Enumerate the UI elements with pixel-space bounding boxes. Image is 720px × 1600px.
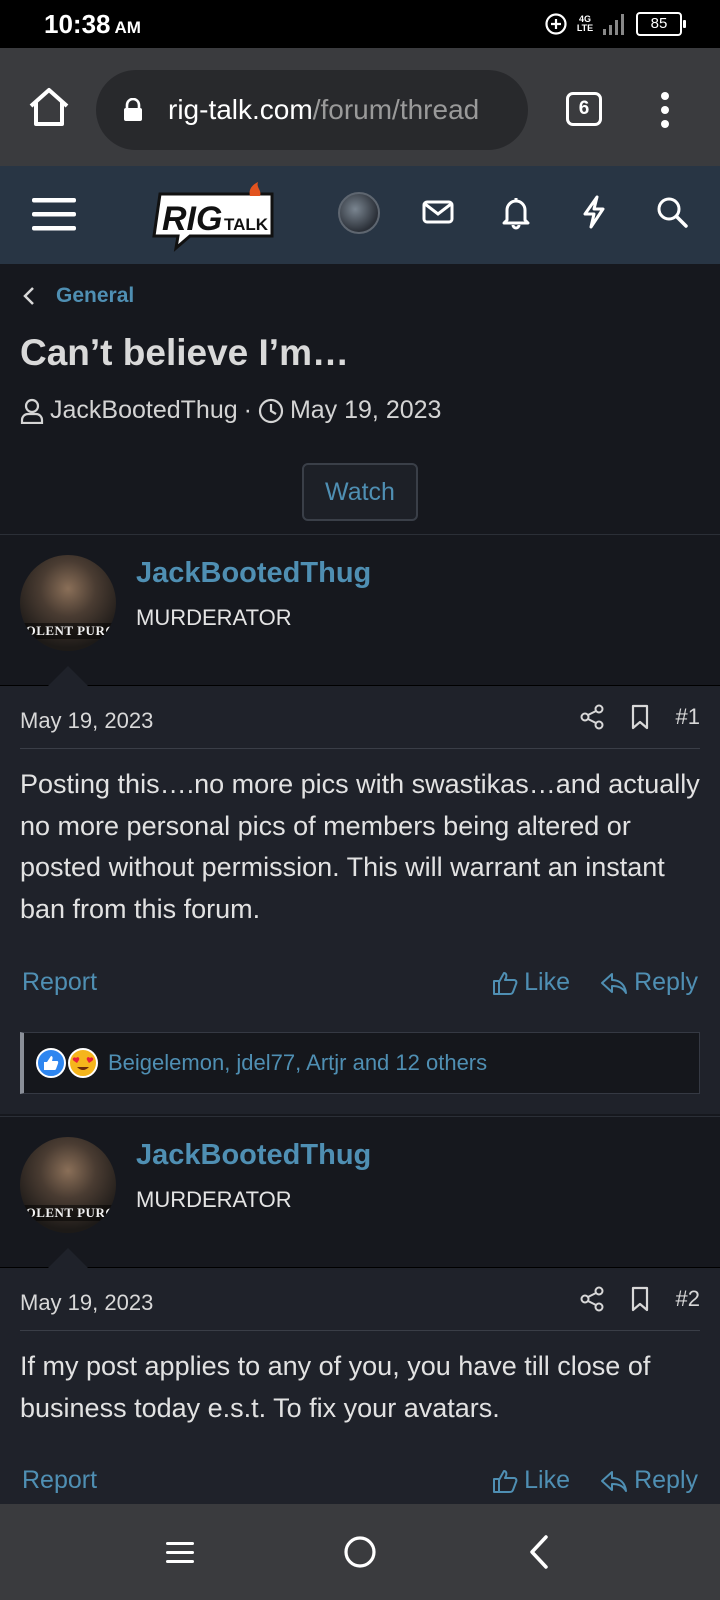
battery-icon: 85	[636, 12, 686, 36]
clock-icon	[258, 398, 284, 423]
post-user-block: IOLENT PURG JackBootedThug MURDERATOR	[0, 1116, 720, 1268]
system-nav-bar	[0, 1504, 720, 1600]
divider	[20, 748, 700, 749]
bell-icon[interactable]	[498, 194, 534, 230]
reply-button[interactable]: Reply	[600, 1466, 698, 1495]
share-icon[interactable]	[580, 1286, 604, 1312]
url-text: rig-talk.com/forum/thread	[168, 94, 480, 125]
bookmark-icon[interactable]	[630, 704, 650, 730]
thumbs-up-icon	[493, 1469, 518, 1493]
post-notch	[48, 1248, 88, 1268]
post-date[interactable]: May 19, 2023	[20, 708, 153, 734]
search-icon[interactable]	[654, 194, 690, 230]
svg-text:TALK: TALK	[224, 215, 269, 234]
user-icon	[20, 398, 44, 424]
status-icons: 4G LTE 85	[544, 10, 686, 38]
account-avatar[interactable]	[338, 192, 380, 234]
back-icon[interactable]	[520, 1532, 560, 1572]
watch-button[interactable]: Watch	[302, 463, 418, 521]
user-title: MURDERATOR	[136, 1187, 292, 1212]
thread-date[interactable]: May 19, 2023	[290, 396, 442, 425]
reply-button[interactable]: Reply	[600, 968, 698, 997]
post-tools: #2	[580, 1286, 700, 1312]
like-reaction-icon	[36, 1048, 66, 1078]
breadcrumb[interactable]: General	[22, 284, 134, 308]
divider	[20, 1330, 700, 1331]
love-reaction-icon	[68, 1048, 98, 1078]
share-icon[interactable]	[580, 704, 604, 730]
status-time: 10:38 AM	[44, 9, 141, 39]
reactions-bar[interactable]: Beigelemon, jdel77, Artjr and 12 others	[20, 1032, 700, 1094]
post-notch	[48, 666, 88, 686]
inbox-icon[interactable]	[420, 194, 456, 230]
post-username[interactable]: JackBootedThug	[136, 1139, 371, 1172]
thumbs-up-icon	[493, 971, 518, 995]
tab-switcher-button[interactable]: 6	[566, 92, 602, 126]
post-user-block: IOLENT PURG JackBootedThug MURDERATOR	[0, 534, 720, 686]
user-title: MURDERATOR	[136, 605, 292, 630]
avatar[interactable]: IOLENT PURG	[20, 555, 116, 651]
chevron-left-icon	[23, 287, 34, 305]
bookmark-icon[interactable]	[630, 1286, 650, 1312]
url-bar[interactable]: rig-talk.com/forum/thread	[96, 70, 528, 150]
report-link[interactable]: Report	[22, 1466, 97, 1495]
whats-new-icon[interactable]	[576, 194, 612, 230]
reply-icon	[601, 972, 628, 994]
avatar[interactable]: IOLENT PURG	[20, 1137, 116, 1233]
status-bar: 10:38 AM 4G LTE 85	[0, 0, 720, 48]
post-message: If my post applies to any of you, you ha…	[20, 1351, 651, 1423]
post-tools: #1	[580, 704, 700, 730]
post-message: Posting this….no more pics with swastika…	[20, 769, 700, 924]
meta-separator: ·	[243, 396, 252, 424]
home-icon[interactable]	[26, 84, 72, 130]
network-icon: 4G LTE	[576, 14, 594, 33]
data-saver-icon	[545, 13, 567, 35]
browser-toolbar: rig-talk.com/forum/thread 6	[0, 48, 720, 166]
post-date[interactable]: May 19, 2023	[20, 1290, 153, 1316]
reply-icon	[601, 1470, 628, 1492]
post-body: May 19, 2023 #2 If my post applies to an…	[0, 1268, 720, 1504]
menu-icon[interactable]	[32, 196, 76, 232]
thread-meta: JackBootedThug · May 19, 2023	[20, 396, 441, 425]
post-username[interactable]: JackBootedThug	[136, 557, 371, 590]
report-link[interactable]: Report	[22, 968, 97, 997]
breadcrumb-general[interactable]: General	[56, 284, 134, 308]
home-nav-icon[interactable]	[340, 1532, 380, 1572]
post-number[interactable]: #2	[676, 1286, 700, 1312]
like-button[interactable]: Like	[492, 1466, 570, 1495]
thread-title: Can’t believe I’m…	[20, 332, 349, 373]
like-button[interactable]: Like	[492, 968, 570, 997]
lock-icon	[124, 98, 142, 121]
reactions-list[interactable]: Beigelemon, jdel77, Artjr and 12 others	[108, 1050, 487, 1076]
recent-apps-icon[interactable]	[160, 1532, 200, 1572]
post-body: May 19, 2023 #1 Posting this….no more pi…	[0, 686, 720, 1114]
signal-icon	[603, 14, 624, 35]
post-number[interactable]: #1	[676, 704, 700, 730]
thread-author[interactable]: JackBootedThug	[50, 396, 238, 425]
svg-text:RIG: RIG	[162, 200, 222, 238]
more-options-icon[interactable]	[650, 90, 680, 130]
site-logo[interactable]: RIG TALK	[150, 182, 276, 252]
site-header: RIG TALK	[0, 166, 720, 264]
